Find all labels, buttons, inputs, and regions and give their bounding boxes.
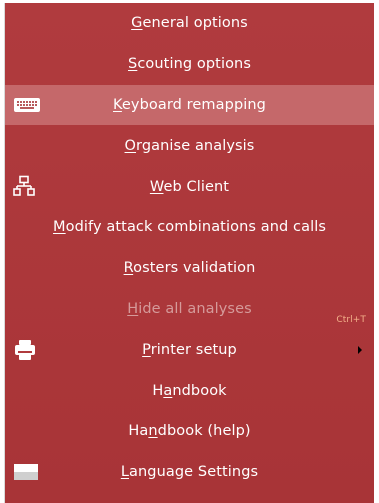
submenu-arrow-icon xyxy=(358,345,362,354)
printer-icon xyxy=(13,338,41,362)
menu-item-label: Hide all analyses xyxy=(127,300,252,317)
menu-item-label: Keyboard remapping xyxy=(113,96,266,113)
menu-item-label: Printer setup xyxy=(142,341,237,358)
menu-item-label: Handbook (help) xyxy=(128,423,251,440)
menu-item-label: General options xyxy=(131,15,248,32)
menu-item-label: Modify attack combinations and calls xyxy=(53,219,326,236)
network-icon xyxy=(13,175,41,199)
menu-item-modify-attack-combinations[interactable]: Modify attack combinations and calls xyxy=(5,207,374,248)
context-menu: General options Scouting options Keyboar… xyxy=(4,3,374,503)
menu-item-label: Rosters validation xyxy=(123,260,256,277)
menu-item-handbook-help[interactable]: Handbook (help) xyxy=(5,411,374,452)
menu-item-language-settings[interactable]: Language Settings xyxy=(5,452,374,493)
shortcut-label: Ctrl+T xyxy=(336,315,366,326)
menu-item-label: Scouting options xyxy=(128,56,251,73)
menu-item-hide-all-analyses: Hide all analyses Ctrl+T xyxy=(5,289,374,330)
menu-item-label: Web Client xyxy=(149,178,230,195)
menu-item-label: Organise analysis xyxy=(124,137,255,154)
menu-item-handbook[interactable]: Handbook xyxy=(5,370,374,411)
menu-item-organise-analysis[interactable]: Organise analysis xyxy=(5,125,374,166)
menu-item-keyboard-remapping[interactable]: Keyboard remapping xyxy=(5,84,374,126)
menu-item-web-client[interactable]: Web Client xyxy=(5,166,374,207)
menu-item-printer-setup[interactable]: Printer setup xyxy=(5,329,374,370)
flag-icon xyxy=(13,460,41,484)
keyboard-icon xyxy=(13,93,41,117)
menu-item-scouting-options[interactable]: Scouting options xyxy=(5,44,374,85)
menu-item-label: Handbook xyxy=(152,382,227,399)
menu-item-rosters-validation[interactable]: Rosters validation xyxy=(5,248,374,289)
menu-item-general-options[interactable]: General options xyxy=(5,3,374,44)
menu-item-label: Language Settings xyxy=(120,464,259,481)
